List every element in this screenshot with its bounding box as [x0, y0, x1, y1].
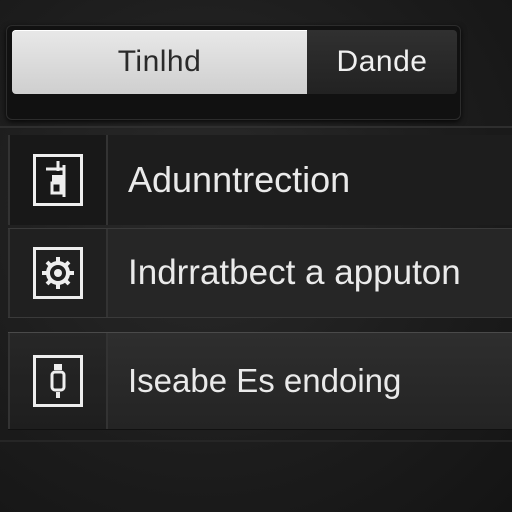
bottom-divider	[0, 440, 512, 442]
bottle-icon	[33, 154, 83, 206]
list-item-icon-cell	[8, 135, 108, 225]
list-item[interactable]: Adunntrection	[8, 135, 512, 225]
segment-dande[interactable]: Dande	[307, 30, 457, 94]
segmented-control: Tinlhd Dande	[6, 25, 461, 120]
header-divider	[0, 126, 512, 128]
list-item-label: Indrratbect a apputon	[128, 253, 461, 292]
list-item-icon-cell	[8, 229, 108, 317]
list-item-icon-cell	[8, 333, 108, 429]
badge-icon	[33, 355, 83, 407]
settings-screen: Tinlhd Dande Adunntrection Indrratbect a…	[0, 0, 512, 512]
segment-tinlhd[interactable]: Tinlhd	[12, 30, 307, 94]
list-item[interactable]: Indrratbect a apputon	[8, 228, 512, 318]
gear-icon	[33, 247, 83, 299]
list-item-label: Iseabe Es endoing	[128, 362, 402, 399]
list-item-label: Adunntrection	[128, 159, 351, 200]
list-item[interactable]: Iseabe Es endoing	[8, 332, 512, 430]
